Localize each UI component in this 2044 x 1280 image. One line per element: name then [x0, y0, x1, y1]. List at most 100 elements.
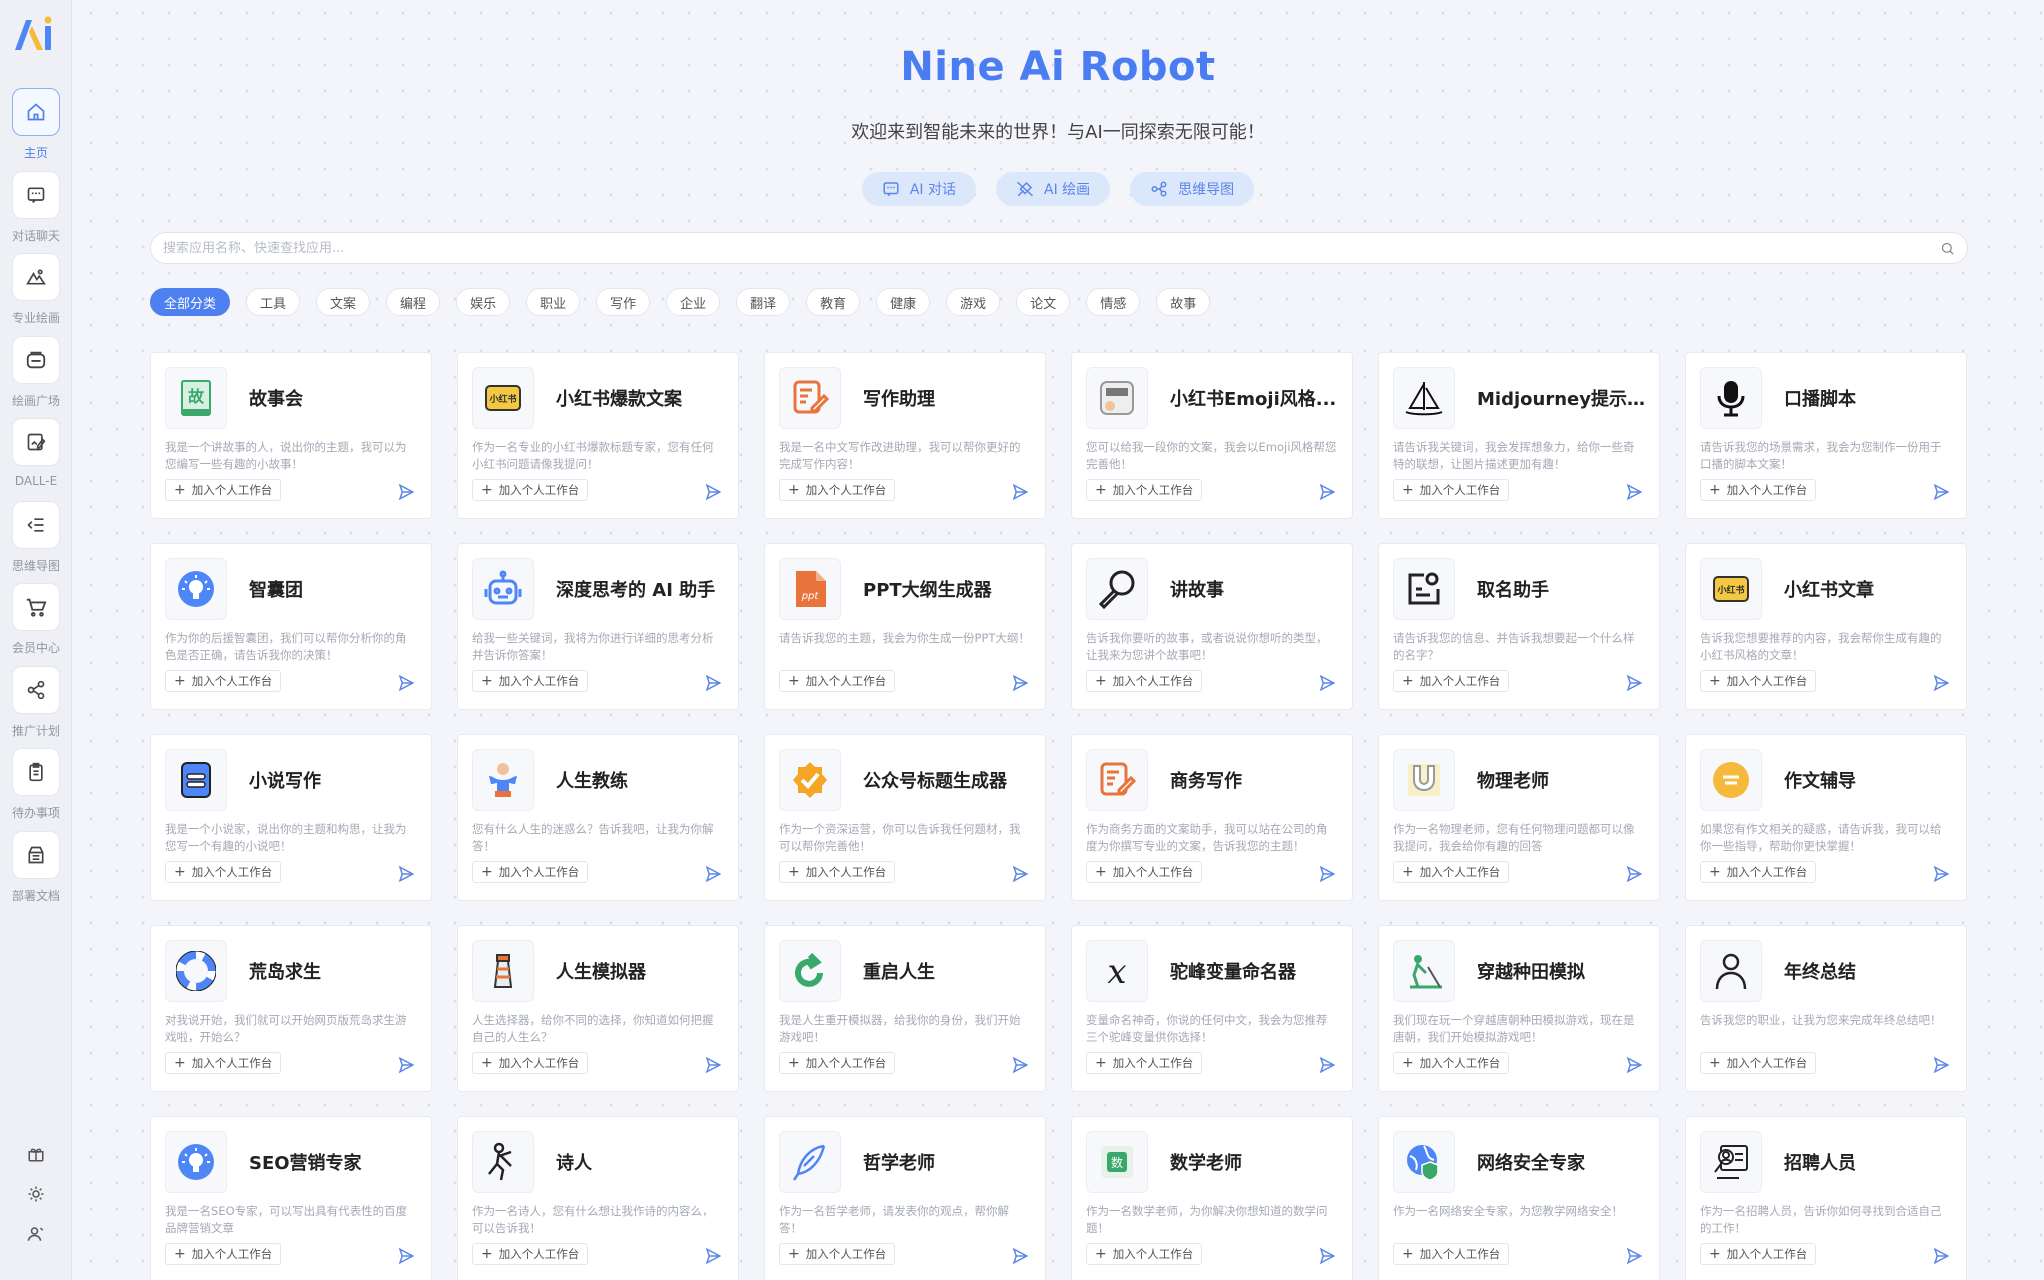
add-to-workspace-button[interactable]: + 加入个人工作台: [165, 479, 282, 501]
add-to-workspace-button[interactable]: + 加入个人工作台: [472, 861, 589, 883]
run-app-button[interactable]: [1930, 672, 1952, 694]
run-app-button[interactable]: [1623, 863, 1645, 885]
add-to-workspace-button[interactable]: + 加入个人工作台: [165, 670, 282, 692]
run-app-button[interactable]: [1623, 481, 1645, 503]
app-card[interactable]: ppt PPT大纲生成器 请告诉我您的主题，我会为你生成一份PPT大纲！ + 加入个人工…: [764, 543, 1046, 710]
run-app-button[interactable]: [1009, 863, 1031, 885]
run-app-button[interactable]: [1316, 672, 1338, 694]
app-card[interactable]: 取名助手 请告诉我您的信息、并告诉我想要起一个什么样的名字？ + 加入个人工作台: [1378, 543, 1660, 710]
app-card[interactable]: 𝑥 驼峰变量命名器 变量命名神奇，你说的任何中文，我会为您推荐三个驼峰变量供你选择！…: [1071, 925, 1353, 1092]
app-card[interactable]: 网络安全专家 作为一名网络安全专家，为您教学网络安全！ + 加入个人工作台: [1378, 1116, 1660, 1280]
run-app-button[interactable]: [702, 1245, 724, 1267]
add-to-workspace-button[interactable]: + 加入个人工作台: [472, 670, 589, 692]
add-to-workspace-button[interactable]: + 加入个人工作台: [779, 670, 896, 692]
add-to-workspace-button[interactable]: + 加入个人工作台: [1700, 670, 1817, 692]
category-tab[interactable]: 情感: [1086, 288, 1141, 316]
app-card[interactable]: 小红书 小红书文章 告诉我您想要推荐的内容，我会帮你生成有趣的小红书风格的文章！ + 加…: [1685, 543, 1967, 710]
run-app-button[interactable]: [1009, 1054, 1031, 1076]
run-app-button[interactable]: [1623, 672, 1645, 694]
mode-button-1[interactable]: AI 绘画: [996, 172, 1111, 206]
category-tab[interactable]: 娱乐: [456, 288, 511, 316]
app-card[interactable]: 作文辅导 如果您有作文相关的疑惑，请告诉我，我可以给你一些指导，帮助你更快掌握！ +…: [1685, 734, 1967, 901]
run-app-button[interactable]: [395, 1245, 417, 1267]
run-app-button[interactable]: [1009, 1245, 1031, 1267]
add-to-workspace-button[interactable]: + 加入个人工作台: [1700, 1243, 1817, 1265]
add-to-workspace-button[interactable]: + 加入个人工作台: [1700, 1052, 1817, 1074]
category-tab[interactable]: 写作: [596, 288, 651, 316]
run-app-button[interactable]: [1623, 1054, 1645, 1076]
sidebar-item-4[interactable]: DALL-E: [0, 418, 72, 500]
run-app-button[interactable]: [1009, 672, 1031, 694]
run-app-button[interactable]: [1316, 1054, 1338, 1076]
add-to-workspace-button[interactable]: + 加入个人工作台: [1086, 861, 1203, 883]
run-app-button[interactable]: [1930, 1054, 1952, 1076]
sidebar-item-9[interactable]: 部署文档: [0, 830, 72, 913]
sun-icon[interactable]: [20, 1178, 52, 1210]
app-card[interactable]: 物理老师 作为一名物理老师，您有任何物理问题都可以像我提问，我会给你有趣的回答 + 加…: [1378, 734, 1660, 901]
sidebar-item-6[interactable]: 会员中心: [0, 583, 72, 665]
category-tab[interactable]: 全部分类: [150, 288, 231, 316]
category-tab[interactable]: 编程: [386, 288, 441, 316]
run-app-button[interactable]: [395, 863, 417, 885]
run-app-button[interactable]: [1623, 1245, 1645, 1267]
add-to-workspace-button[interactable]: + 加入个人工作台: [1700, 861, 1817, 883]
run-app-button[interactable]: [702, 863, 724, 885]
user-icon[interactable]: [20, 1218, 52, 1250]
add-to-workspace-button[interactable]: + 加入个人工作台: [1086, 1052, 1203, 1074]
run-app-button[interactable]: [395, 672, 417, 694]
run-app-button[interactable]: [702, 481, 724, 503]
run-app-button[interactable]: [1316, 481, 1338, 503]
add-to-workspace-button[interactable]: + 加入个人工作台: [779, 1052, 896, 1074]
app-card[interactable]: 写作助理 我是一名中文写作改进助理，我可以帮你更好的完成写作内容！ + 加入个人工作台: [764, 352, 1046, 519]
run-app-button[interactable]: [395, 1054, 417, 1076]
add-to-workspace-button[interactable]: + 加入个人工作台: [1393, 479, 1510, 501]
run-app-button[interactable]: [1930, 863, 1952, 885]
run-app-button[interactable]: [1930, 1245, 1952, 1267]
add-to-workspace-button[interactable]: + 加入个人工作台: [1086, 670, 1203, 692]
app-card[interactable]: 故 故事会 我是一个讲故事的人，说出你的主题，我可以为您编写一些有趣的小故事！ + 加入…: [150, 352, 432, 519]
add-to-workspace-button[interactable]: + 加入个人工作台: [472, 1052, 589, 1074]
search-input[interactable]: [163, 240, 1940, 256]
run-app-button[interactable]: [1930, 481, 1952, 503]
app-card[interactable]: 年终总结 告诉我您的职业，让我为您来完成年终总结吧！ + 加入个人工作台: [1685, 925, 1967, 1092]
app-card[interactable]: 小红书Emoji风格... 您可以给我一段你的文案，我会以Emoji风格帮您完善他…: [1071, 352, 1353, 519]
add-to-workspace-button[interactable]: + 加入个人工作台: [472, 1243, 589, 1265]
app-card[interactable]: 深度思考的 AI 助手 给我一些关键词，我将为你进行详细的思考分析并告诉你答案！ +…: [457, 543, 739, 710]
category-tab[interactable]: 游戏: [946, 288, 1001, 316]
add-to-workspace-button[interactable]: + 加入个人工作台: [165, 1052, 282, 1074]
app-card[interactable]: 荒岛求生 对我说开始，我们就可以开始网页版荒岛求生游戏啦，开始么？ + 加入个人工作台: [150, 925, 432, 1092]
run-app-button[interactable]: [1009, 481, 1031, 503]
run-app-button[interactable]: [395, 481, 417, 503]
app-card[interactable]: Midjourney提示... 请告诉我关键词，我会发挥想象力，给你一些奇特的联想…: [1378, 352, 1660, 519]
add-to-workspace-button[interactable]: + 加入个人工作台: [779, 479, 896, 501]
sidebar-item-8[interactable]: 待办事项: [0, 748, 72, 830]
sidebar-item-2[interactable]: 专业绘画: [0, 253, 72, 335]
add-to-workspace-button[interactable]: + 加入个人工作台: [779, 861, 896, 883]
sidebar-item-0[interactable]: 主页: [0, 88, 72, 170]
gift-icon[interactable]: [20, 1138, 52, 1170]
add-to-workspace-button[interactable]: + 加入个人工作台: [1086, 479, 1203, 501]
app-card[interactable]: 小说写作 我是一个小说家，说出你的主题和构思，让我为您写一个有趣的小说吧！ + 加入个…: [150, 734, 432, 901]
app-card[interactable]: 穿越种田模拟 我们现在玩一个穿越唐朝种田模拟游戏，现在是唐朝，我们开始模拟游戏吧！…: [1378, 925, 1660, 1092]
category-tab[interactable]: 教育: [806, 288, 861, 316]
app-card[interactable]: 数 数学老师 作为一名数学老师，为你解决你想知道的数学问题！ + 加入个人工作台: [1071, 1116, 1353, 1280]
app-card[interactable]: 口播脚本 请告诉我您的场景需求，我会为您制作一份用于口播的脚本文案！ + 加入个人工作…: [1685, 352, 1967, 519]
search-icon[interactable]: [1940, 241, 1955, 256]
add-to-workspace-button[interactable]: + 加入个人工作台: [779, 1243, 896, 1265]
app-card[interactable]: 讲故事 告诉我你要听的故事，或者说说你想听的类型，让我来为您讲个故事吧！ + 加入个人…: [1071, 543, 1353, 710]
app-card[interactable]: 公众号标题生成器 作为一个资深运营，你可以告诉我任何题材，我可以帮你完善他！ + 加入…: [764, 734, 1046, 901]
app-card[interactable]: SEO营销专家 我是一名SEO专家，可以写出具有代表性的百度品牌营销文章 + 加入个人…: [150, 1116, 432, 1280]
app-card[interactable]: 诗人 作为一名诗人，您有什么想让我作诗的内容么，可以告诉我！ + 加入个人工作台: [457, 1116, 739, 1280]
category-tab[interactable]: 工具: [246, 288, 301, 316]
app-card[interactable]: 人生教练 您有什么人生的迷惑么？告诉我吧，让我为你解答！ + 加入个人工作台: [457, 734, 739, 901]
add-to-workspace-button[interactable]: + 加入个人工作台: [1393, 1243, 1510, 1265]
app-card[interactable]: 招聘人员 作为一名招聘人员，告诉你如何寻找到合适自己的工作！ + 加入个人工作台: [1685, 1116, 1967, 1280]
add-to-workspace-button[interactable]: + 加入个人工作台: [1393, 1052, 1510, 1074]
sidebar-item-7[interactable]: 推广计划: [0, 665, 72, 748]
sidebar-item-3[interactable]: 绘画广场: [0, 335, 72, 418]
run-app-button[interactable]: [1316, 863, 1338, 885]
run-app-button[interactable]: [1316, 1245, 1338, 1267]
category-tab[interactable]: 企业: [666, 288, 721, 316]
add-to-workspace-button[interactable]: + 加入个人工作台: [165, 861, 282, 883]
category-tab[interactable]: 翻译: [736, 288, 791, 316]
